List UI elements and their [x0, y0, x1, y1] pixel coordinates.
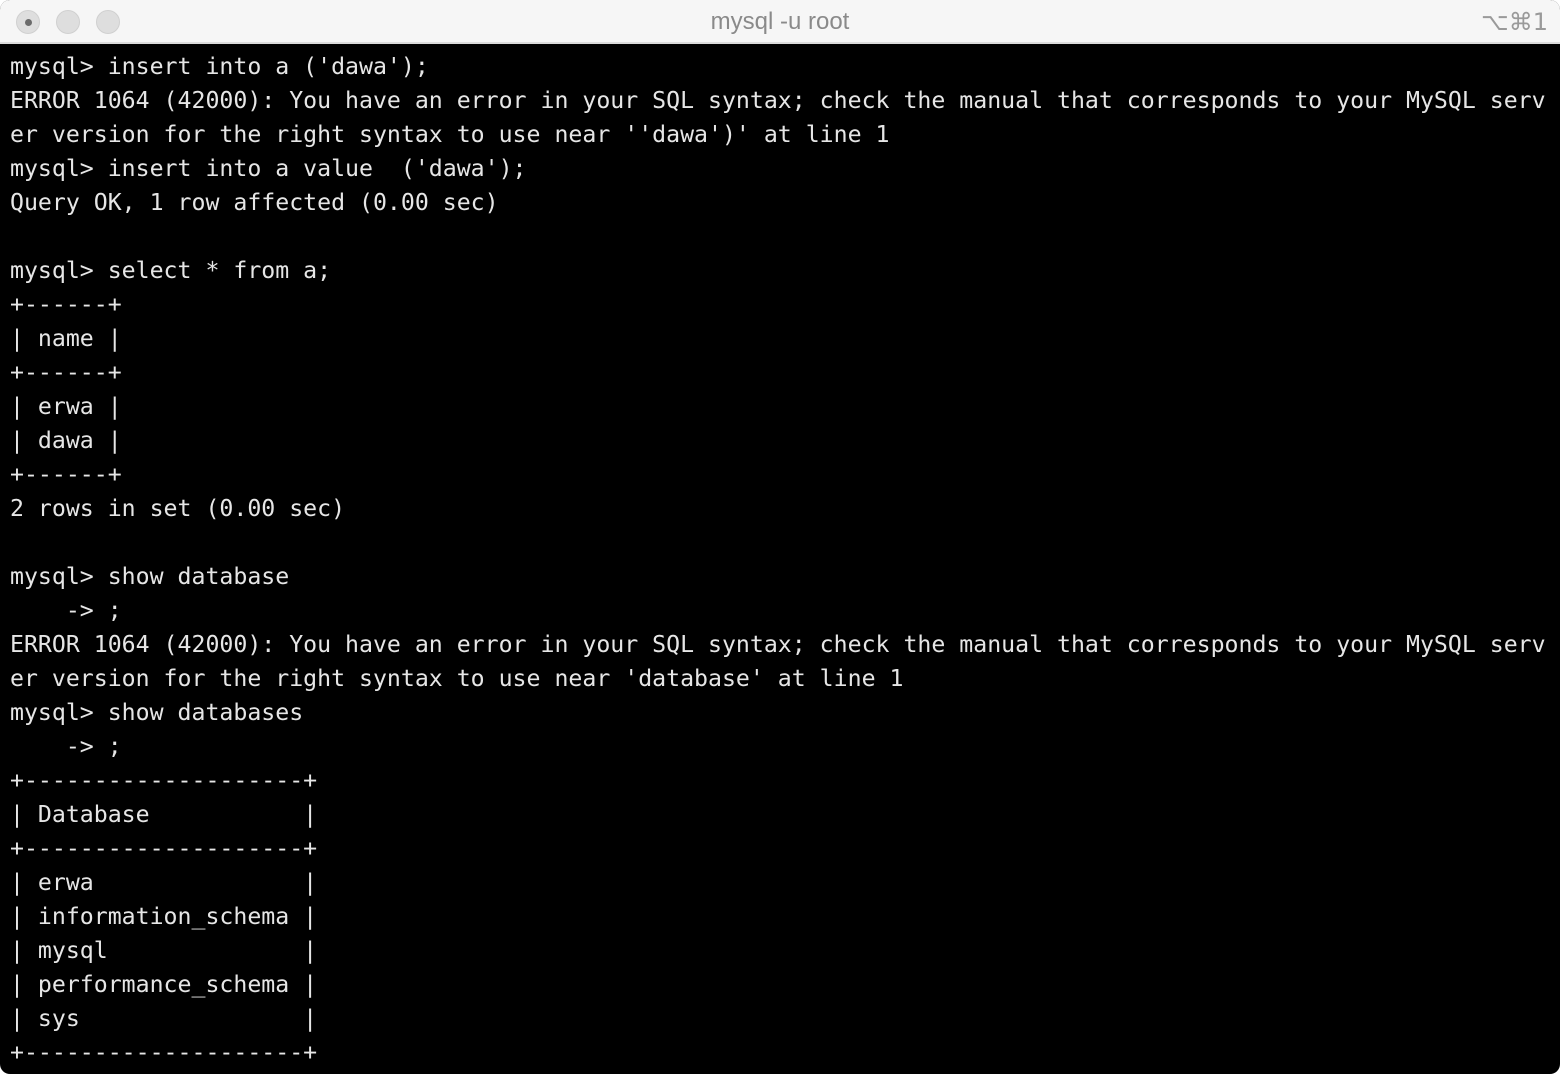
terminal-line: | mysql |: [10, 937, 318, 964]
terminal-line: | dawa |: [10, 427, 122, 454]
terminal-line: mysql> show database: [10, 563, 290, 590]
terminal-line: mysql> show databases: [10, 699, 304, 726]
terminal-output[interactable]: mysql> insert into a ('dawa'); ERROR 1064…: [10, 50, 1560, 1074]
terminal-line: | erwa |: [10, 869, 318, 896]
terminal-line: er version for the right syntax to use n…: [10, 665, 904, 692]
terminal-window: mysql -u root ⌥⌘1 mysql> insert into a (…: [0, 0, 1560, 1074]
terminal-line: | sys |: [10, 1005, 318, 1032]
terminal-line: 2 rows in set (0.00 sec): [10, 495, 346, 522]
terminal-line: ERROR 1064 (42000): You have an error in…: [10, 87, 1546, 114]
terminal-line: Query OK, 1 row affected (0.00 sec): [10, 189, 499, 216]
terminal-line: ERROR 1064 (42000): You have an error in…: [10, 631, 1546, 658]
terminal-line: +------+: [10, 291, 122, 318]
terminal-line: -> ;: [10, 597, 122, 624]
terminal-line: | information_schema |: [10, 903, 318, 930]
terminal-line: +--------------------+: [10, 1039, 318, 1066]
terminal-line: +------+: [10, 359, 122, 386]
terminal-line: er version for the right syntax to use n…: [10, 121, 890, 148]
terminal-line: mysql> select * from a;: [10, 257, 332, 284]
terminal-line: | name |: [10, 325, 122, 352]
terminal-line: mysql> insert into a value ('dawa');: [10, 155, 527, 182]
terminal-line: mysql> insert into a ('dawa');: [10, 53, 429, 80]
terminal-line: +------+: [10, 461, 122, 488]
window-shortcut: ⌥⌘1: [1481, 8, 1548, 36]
terminal-line: | performance_schema |: [10, 971, 318, 998]
terminal-line: | erwa |: [10, 393, 122, 420]
terminal-line: +--------------------+: [10, 835, 318, 862]
window-title: mysql -u root: [710, 8, 850, 35]
terminal-line: | Database |: [10, 801, 318, 828]
terminal-line: -> ;: [10, 733, 122, 760]
title-bar[interactable]: mysql -u root ⌥⌘1: [0, 0, 1560, 44]
terminal-line: +--------------------+: [10, 767, 318, 794]
